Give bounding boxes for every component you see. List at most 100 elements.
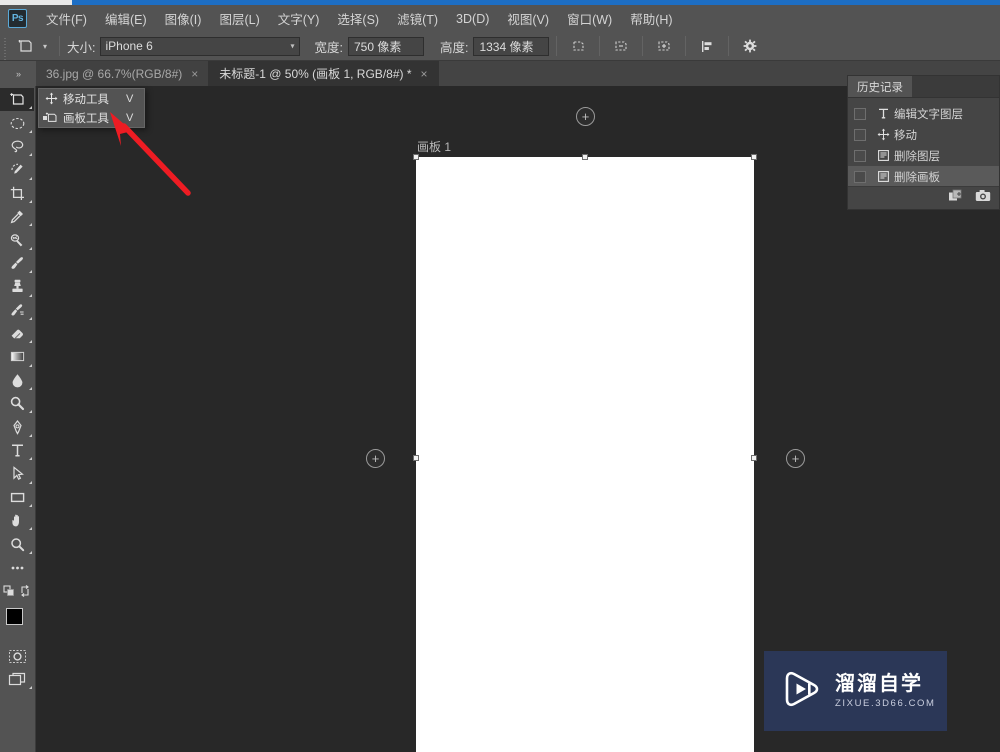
add-artboard-top-button[interactable]: +: [576, 107, 595, 126]
menu-help[interactable]: 帮助(H): [621, 6, 681, 31]
history-item-2[interactable]: 删除图层: [848, 145, 999, 166]
align-distribute-icon[interactable]: [693, 34, 721, 58]
chevron-down-icon: ▾: [290, 41, 295, 51]
tool-gradient[interactable]: [0, 345, 34, 368]
history-item-1[interactable]: 移动: [848, 124, 999, 145]
play-triangle-logo-icon: [778, 666, 824, 717]
height-input[interactable]: 1334 像素: [473, 36, 550, 56]
close-icon[interactable]: ×: [421, 67, 428, 81]
tool-crop[interactable]: [0, 182, 34, 205]
artboard-handle-tl[interactable]: [413, 154, 419, 160]
menu-file[interactable]: 文件(F): [37, 6, 96, 31]
menu-type[interactable]: 文字(Y): [269, 6, 329, 31]
tab-history[interactable]: 历史记录: [848, 76, 912, 97]
options-separator-6: [728, 36, 730, 56]
tool-history-brush[interactable]: [0, 299, 34, 322]
tool-dodge[interactable]: [0, 392, 34, 415]
menu-edit[interactable]: 编辑(E): [96, 6, 156, 31]
artboard-tool-icon[interactable]: [12, 35, 38, 57]
new-doc-icon[interactable]: [948, 189, 963, 208]
history-snapshot-checkbox[interactable]: [854, 149, 866, 162]
history-panel-tab-row: 历史记录: [848, 76, 999, 98]
flyout-item-artboard-tool[interactable]: 画板工具 V: [39, 108, 144, 127]
photoshop-logo-icon: Ps: [8, 9, 27, 28]
menu-filter[interactable]: 滤镜(T): [388, 6, 447, 31]
gear-icon[interactable]: [736, 34, 764, 58]
artboard-handle-tr[interactable]: [751, 154, 757, 160]
tool-quick-selection[interactable]: [0, 158, 34, 181]
move-icon: [872, 128, 894, 141]
tool-eyedropper[interactable]: [0, 205, 34, 228]
foreground-color-swatch[interactable]: [6, 607, 23, 625]
align-artboard-icon[interactable]: [564, 34, 592, 58]
tool-path-selection[interactable]: [0, 462, 34, 485]
history-item-0[interactable]: 编辑文字图层: [848, 103, 999, 124]
tool-healing-brush[interactable]: [0, 228, 34, 251]
move-tool-flyout-menu[interactable]: 移动工具 V 画板工具 V: [38, 88, 145, 128]
tool-lasso[interactable]: [0, 135, 34, 158]
tool-type[interactable]: [0, 439, 34, 462]
tool-brush[interactable]: [0, 252, 34, 275]
history-item-0-label: 编辑文字图层: [894, 108, 963, 121]
tool-group-triangle: [29, 410, 32, 414]
height-label: 高度:: [439, 40, 469, 55]
artboard-1[interactable]: [416, 157, 754, 752]
camera-icon[interactable]: [975, 189, 991, 207]
artboard-handle-ml[interactable]: [413, 455, 419, 461]
menu-image[interactable]: 图像(I): [156, 6, 211, 31]
options-bar-grip[interactable]: [0, 31, 10, 61]
tool-group-triangle: [29, 106, 32, 110]
options-separator-4: [642, 36, 644, 56]
history-item-2-label: 删除图层: [894, 150, 940, 163]
panel-collapse-chevrons-icon[interactable]: »: [0, 61, 36, 86]
tool-zoom[interactable]: [0, 532, 34, 555]
width-input[interactable]: 750 像素: [347, 36, 424, 56]
tool-pen[interactable]: [0, 415, 34, 438]
add-artboard-left-button[interactable]: +: [366, 449, 385, 468]
menu-select[interactable]: 选择(S): [328, 6, 388, 31]
close-icon[interactable]: ×: [191, 67, 198, 81]
quick-mask-toggle[interactable]: [0, 645, 34, 668]
default-colors-and-swap-icons[interactable]: [0, 579, 34, 602]
width-label: 宽度:: [314, 40, 343, 55]
tool-group-triangle: [29, 363, 32, 367]
history-snapshot-checkbox[interactable]: [854, 128, 866, 141]
color-swatches[interactable]: [0, 605, 34, 641]
toolbox: [0, 86, 36, 752]
document-tab-2[interactable]: 未标题-1 @ 50% (画板 1, RGB/8#) * ×: [209, 61, 439, 86]
watermark-brand-cn: 溜溜自学: [835, 673, 923, 695]
menu-view[interactable]: 视图(V): [498, 6, 558, 31]
tool-group-triangle: [29, 246, 32, 250]
history-panel: 历史记录 编辑文字图层 移动 删除图层 删除画板: [847, 75, 1000, 210]
history-list: 编辑文字图层 移动 删除图层 删除画板: [848, 98, 999, 187]
tool-elliptical-marquee[interactable]: [0, 111, 34, 134]
add-artboard-right-button[interactable]: +: [786, 449, 805, 468]
edit-toolbar-button[interactable]: [0, 556, 34, 579]
artboard-handle-mr[interactable]: [751, 455, 757, 461]
history-snapshot-checkbox[interactable]: [854, 170, 866, 183]
tool-blur[interactable]: [0, 369, 34, 392]
tool-group-triangle: [29, 457, 32, 461]
tool-artboard[interactable]: [0, 88, 34, 112]
add-artboard-icon[interactable]: [650, 34, 678, 58]
screen-mode-toggle[interactable]: [0, 668, 34, 691]
subtract-artboard-icon[interactable]: [607, 34, 635, 58]
tool-hand[interactable]: [0, 509, 34, 532]
document-tab-1[interactable]: 36.jpg @ 66.7%(RGB/8#) ×: [36, 61, 210, 86]
tool-rectangle[interactable]: [0, 486, 34, 509]
options-separator-1: [59, 36, 60, 56]
flyout-item-move-tool[interactable]: 移动工具 V: [39, 89, 144, 108]
history-item-3-label: 删除画板: [894, 171, 940, 184]
menu-window[interactable]: 窗口(W): [558, 6, 621, 31]
history-item-3[interactable]: 删除画板: [848, 166, 999, 187]
tool-clone-stamp[interactable]: [0, 275, 34, 298]
menu-3d[interactable]: 3D(D): [447, 9, 498, 29]
tool-eraser[interactable]: [0, 322, 34, 345]
history-snapshot-checkbox[interactable]: [854, 107, 866, 120]
tool-preset-chevron-down-icon[interactable]: ▾: [38, 35, 52, 57]
type-t-icon: [872, 107, 894, 120]
menu-layer[interactable]: 图层(L): [210, 6, 268, 31]
artboard-handle-tc[interactable]: [582, 154, 588, 160]
artboard-name-label[interactable]: 画板 1: [417, 138, 451, 155]
artboard-size-select[interactable]: iPhone 6 ▾: [100, 36, 301, 56]
